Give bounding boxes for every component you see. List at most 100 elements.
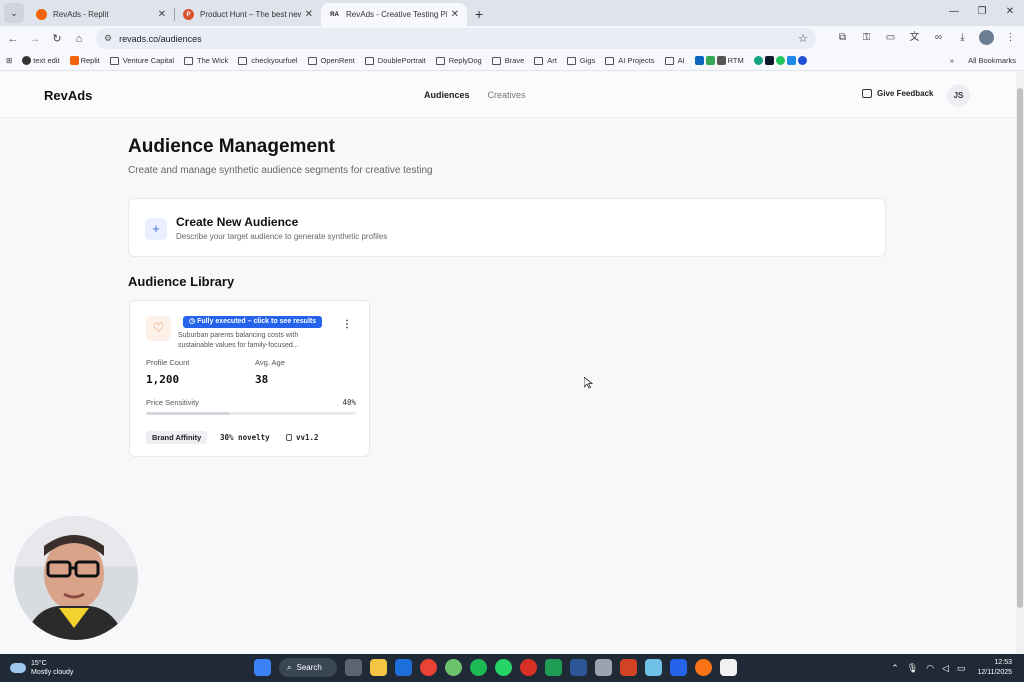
page-subtitle: Create and manage synthetic audience seg… (128, 165, 433, 176)
app-icon[interactable] (695, 659, 712, 676)
bookmark-replit[interactable]: Replit (69, 56, 100, 65)
bookmark-ai[interactable]: AI (664, 56, 685, 65)
extensions-icon[interactable]: ⧉ (835, 30, 850, 45)
folder-icon (605, 56, 615, 65)
audience-card[interactable]: ♡ ◷ Fully executed – click to see result… (129, 300, 370, 457)
restore-icon[interactable]: ❐ (968, 0, 996, 24)
browser-toolbar: ← → ↻ ⌂ ⚙ revads.co/audiences ☆ ⧉ ⚿ ▭ 文 … (0, 26, 1024, 51)
file-explorer-icon[interactable] (370, 659, 387, 676)
bookmark-checkyourfuel[interactable]: checkyourfuel (238, 56, 298, 65)
bookmark-extra-icons[interactable] (753, 56, 809, 65)
bookmark-openrent[interactable]: OpenRent (307, 56, 355, 65)
folder-icon (664, 56, 674, 65)
tab-product-hunt[interactable]: P Product Hunt – The best new p ✕ (175, 3, 321, 26)
download-icon[interactable]: ⤓ (955, 30, 970, 45)
bookmark-the-wick[interactable]: The Wick (184, 56, 228, 65)
word-icon[interactable] (570, 659, 587, 676)
bookmark-replydog[interactable]: ReplyDog (435, 56, 482, 65)
home-icon[interactable]: ⌂ (68, 33, 90, 45)
notepad-icon[interactable] (645, 659, 662, 676)
bookmark-venture-capital[interactable]: Venture Capital (109, 56, 174, 65)
app-icon[interactable] (520, 659, 537, 676)
scrollbar-thumb[interactable] (1017, 88, 1023, 608)
app-logo[interactable]: RevAds (44, 88, 92, 103)
powerpoint-icon[interactable] (620, 659, 637, 676)
volume-icon[interactable]: ◁ (942, 663, 949, 674)
status-badge[interactable]: ◷ Fully executed – click to see results (183, 316, 323, 328)
minimize-icon[interactable]: — (940, 0, 968, 24)
nav-creatives[interactable]: Creatives (488, 90, 526, 100)
address-bar[interactable]: ⚙ revads.co/audiences ☆ (96, 28, 816, 49)
bookmark-art[interactable]: Art (534, 56, 557, 65)
database-icon (286, 434, 292, 441)
tab-replit[interactable]: RevAds - Replit ✕ (28, 3, 174, 26)
price-sensitivity-label: Price Sensitivity (146, 398, 199, 407)
reload-icon[interactable]: ↻ (46, 32, 68, 45)
windows-start-icon[interactable] (254, 659, 271, 676)
apps-grid-icon[interactable]: ⊞ (6, 56, 12, 65)
message-icon (862, 89, 872, 98)
folder-icon (109, 56, 119, 65)
excel-icon[interactable] (545, 659, 562, 676)
page-scrollbar[interactable] (1016, 72, 1024, 654)
battery-icon[interactable]: ▭ (957, 663, 966, 674)
microphone-icon[interactable]: 🎙 (907, 663, 918, 674)
link-icon[interactable]: ∞ (931, 30, 946, 45)
whatsapp-icon[interactable] (495, 659, 512, 676)
site-info-icon[interactable]: ⚙ (104, 33, 112, 44)
new-tab-icon[interactable]: + (475, 6, 483, 22)
user-avatar[interactable]: JS (947, 84, 970, 107)
window-controls: — ❐ ✕ (940, 0, 1024, 24)
wifi-icon[interactable]: ◠ (926, 663, 934, 674)
create-audience-card[interactable]: + Create New Audience Describe your targ… (128, 198, 886, 257)
close-window-icon[interactable]: ✕ (996, 0, 1024, 24)
task-view-icon[interactable] (345, 659, 362, 676)
app-nav: Audiences Creatives (424, 90, 526, 100)
outlook-icon[interactable] (395, 659, 412, 676)
forward-icon[interactable]: → (24, 33, 46, 45)
all-bookmarks[interactable]: » All Bookmarks (950, 56, 1016, 65)
card-icon[interactable]: ▭ (883, 30, 898, 45)
clock[interactable]: 12:53 12/11/2025 (977, 658, 1012, 678)
audience-library-title: Audience Library (128, 274, 235, 289)
chevron-up-icon[interactable]: ⌃ (891, 663, 899, 674)
page-title: Audience Management (128, 136, 335, 157)
settings-icon[interactable] (670, 659, 687, 676)
tab-revads-active[interactable]: RA RevAds - Creative Testing Platfo ✕ (321, 3, 467, 26)
chrome-icon[interactable] (420, 659, 437, 676)
close-tab-icon[interactable]: ✕ (158, 9, 166, 20)
menu-icon[interactable]: ⋮ (1003, 30, 1018, 45)
app-icon[interactable] (445, 659, 462, 676)
weather-widget[interactable]: 15°C Mostly cloudy (10, 659, 73, 677)
tab-title: RevAds - Creative Testing Platfo (346, 10, 447, 19)
bookmark-gigs[interactable]: Gigs (566, 56, 595, 65)
spotify-icon[interactable] (470, 659, 487, 676)
plus-icon: + (145, 218, 167, 240)
translate-icon[interactable]: 文 (907, 30, 922, 45)
replit-favicon-icon (36, 9, 47, 20)
profile-avatar-icon[interactable] (979, 30, 994, 45)
calculator-icon[interactable] (595, 659, 612, 676)
more-options-icon[interactable]: ⋮ (342, 319, 352, 330)
give-feedback-button[interactable]: Give Feedback (862, 89, 933, 98)
bookmark-doubleportrait[interactable]: DoublePortrait (364, 56, 426, 65)
cloud-icon (10, 663, 26, 673)
app-icon[interactable] (720, 659, 737, 676)
bookmark-text-edit[interactable]: text edit (22, 56, 60, 65)
folder-icon (184, 56, 194, 65)
close-tab-icon[interactable]: ✕ (451, 9, 459, 20)
weather-temp: 15°C (31, 660, 47, 667)
password-icon[interactable]: ⚿ (859, 30, 874, 45)
folder-icon (534, 56, 544, 65)
nav-audiences[interactable]: Audiences (424, 90, 470, 100)
bookmark-ai-projects[interactable]: AI Projects (605, 56, 655, 65)
bookmark-brave[interactable]: Brave (491, 56, 524, 65)
chevron-more-icon: » (949, 56, 955, 65)
bookmark-icons-row[interactable]: RTM (694, 56, 744, 65)
back-icon[interactable]: ← (2, 33, 24, 45)
taskbar-search[interactable]: ⌕ Search (279, 658, 337, 677)
profile-count-label: Profile Count (146, 358, 190, 367)
tab-search-icon[interactable]: ⌄ (4, 3, 24, 23)
close-tab-icon[interactable]: ✕ (305, 9, 313, 20)
bookmark-star-icon[interactable]: ☆ (798, 32, 808, 45)
